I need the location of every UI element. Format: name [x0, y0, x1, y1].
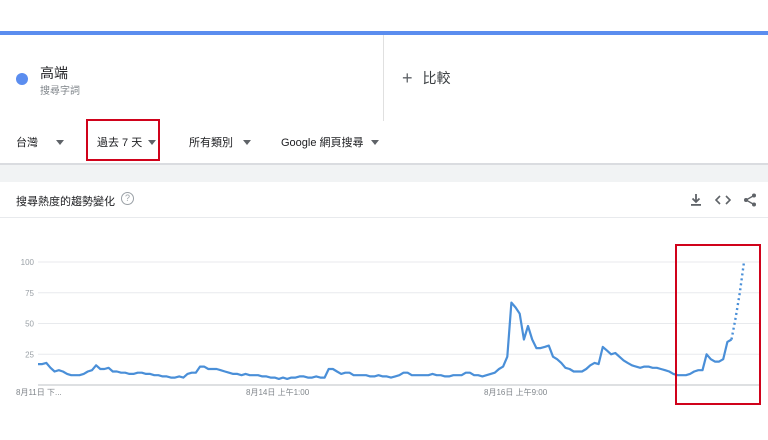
category-label: 所有類別 — [189, 137, 233, 149]
term-color-dot — [16, 73, 28, 85]
top-bar — [0, 0, 768, 31]
share-icon[interactable] — [739, 189, 761, 211]
card-title: 搜尋熱度的趨勢變化 — [16, 196, 115, 208]
help-icon[interactable]: ? — [121, 192, 134, 205]
compare-label: 比較 — [422, 70, 451, 86]
plus-icon: + — [402, 68, 413, 88]
region-dropdown[interactable]: 台灣 — [16, 121, 64, 163]
download-icon[interactable] — [685, 189, 707, 211]
region-label: 台灣 — [16, 137, 38, 149]
category-dropdown[interactable]: 所有類別 — [189, 121, 251, 163]
compare-panel: 高端 搜尋字詞 + 比較 — [0, 35, 768, 122]
term-sublabel: 搜尋字詞 — [40, 86, 80, 97]
interest-over-time-card: 搜尋熱度的趨勢變化 ? — [0, 182, 768, 440]
term-name: 高端 — [40, 65, 68, 81]
add-comparison-button[interactable]: + 比較 — [402, 35, 451, 121]
search-type-label: Google 網頁搜尋 — [281, 137, 364, 149]
embed-icon[interactable] — [712, 189, 734, 211]
card-divider — [0, 217, 768, 218]
caret-down-icon — [243, 139, 251, 145]
search-term-card[interactable]: 高端 搜尋字詞 — [0, 35, 384, 121]
search-type-dropdown[interactable]: Google 網頁搜尋 — [281, 121, 379, 163]
caret-down-icon — [370, 139, 379, 145]
caret-down-icon — [56, 139, 64, 145]
time-filter-highlight-box — [86, 119, 160, 161]
